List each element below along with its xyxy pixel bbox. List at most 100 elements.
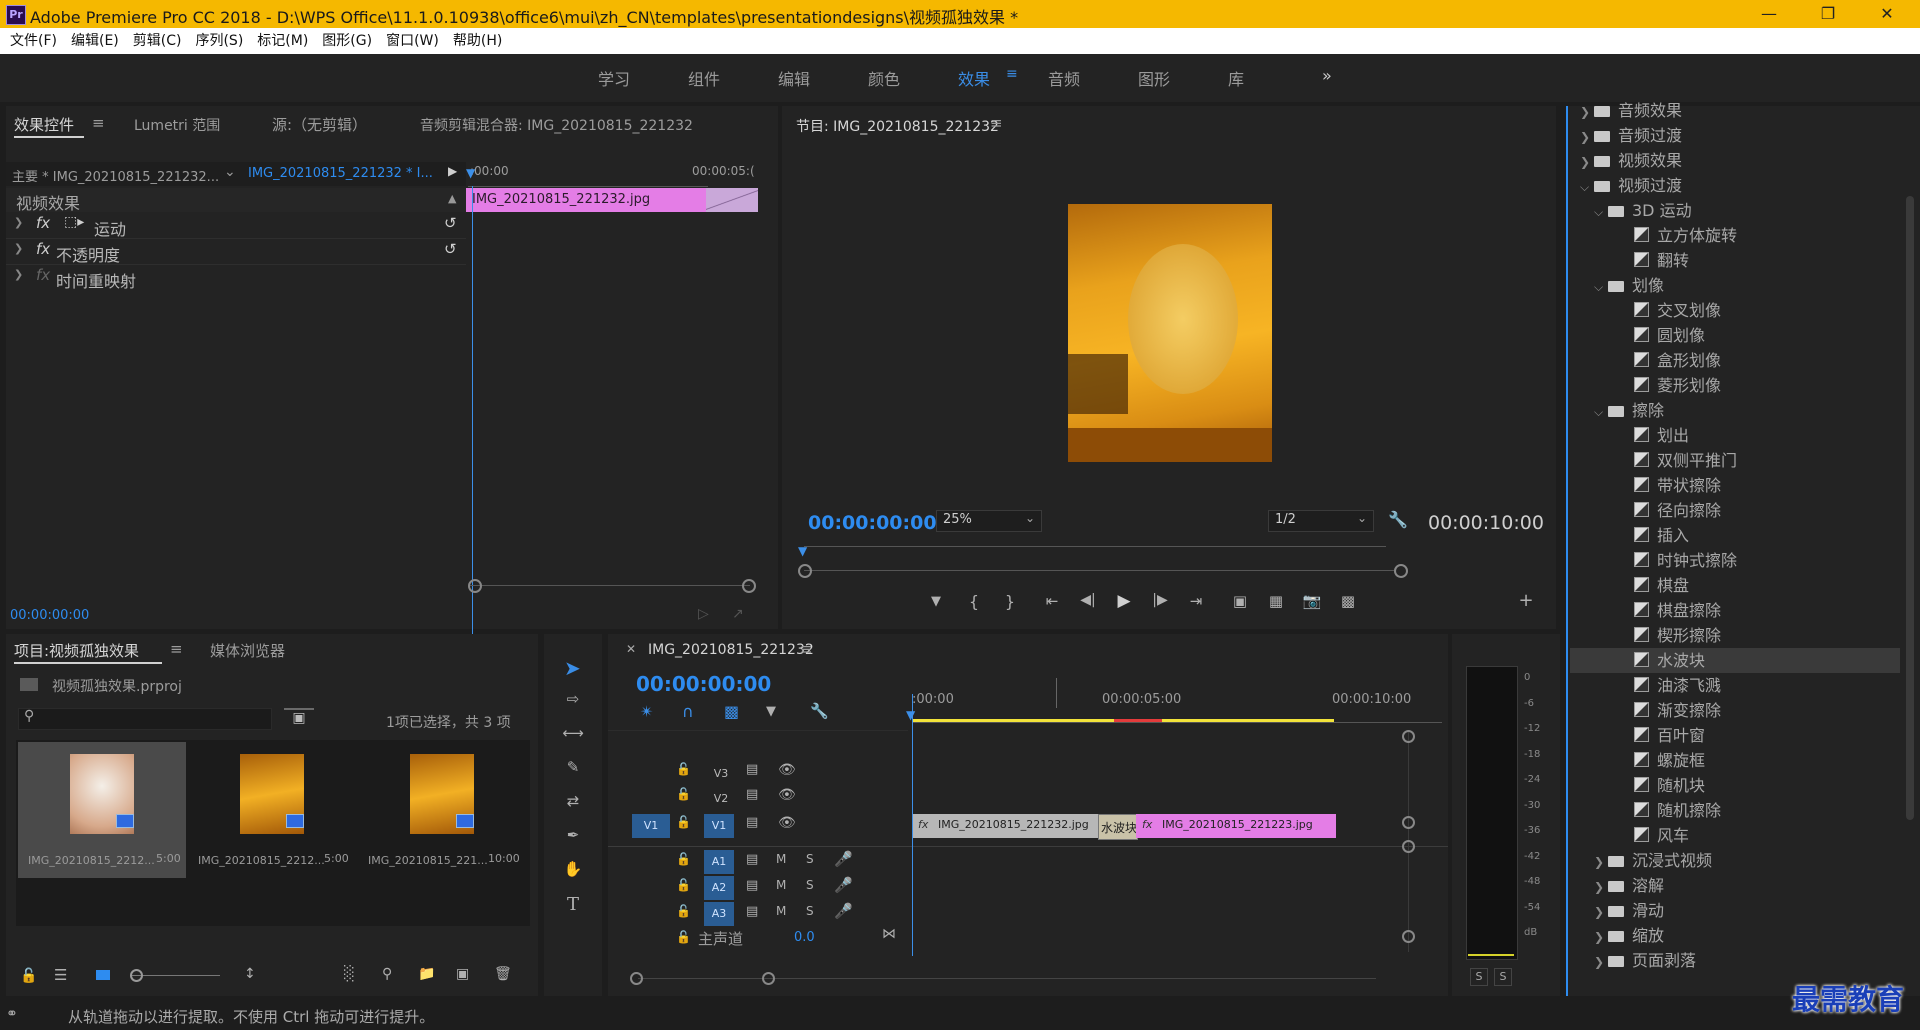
- tab-media-browser[interactable]: 媒体浏览器: [210, 640, 285, 661]
- workspace-tab-audio[interactable]: 音频: [1048, 66, 1080, 90]
- effects-item[interactable]: 棋盘擦除: [1580, 598, 1900, 623]
- chevron-down-icon[interactable]: ⌵: [1594, 275, 1608, 300]
- track-label-v2[interactable]: V2: [708, 787, 734, 811]
- mark-out-icon[interactable]: }: [1000, 592, 1020, 611]
- effects-item[interactable]: 棋盘: [1580, 573, 1900, 598]
- mute-button[interactable]: M: [776, 904, 786, 918]
- close-tab-icon[interactable]: ✕: [626, 642, 636, 656]
- panel-menu-icon[interactable]: ≡: [92, 114, 105, 132]
- solo-button[interactable]: S: [806, 904, 814, 918]
- solo-left-button[interactable]: S: [1470, 968, 1488, 986]
- effects-folder[interactable]: ❯ 沉浸式视频: [1580, 848, 1900, 873]
- menu-graphics[interactable]: 图形(G): [322, 28, 372, 54]
- extract-icon[interactable]: ▦: [1264, 592, 1288, 610]
- transform-icon[interactable]: ⬚▸: [64, 214, 84, 230]
- razor-tool-icon[interactable]: ✎: [558, 758, 588, 776]
- workspace-tab-graphics[interactable]: 图形: [1138, 66, 1170, 90]
- chevron-down-icon[interactable]: ⌵: [1594, 200, 1608, 225]
- workspace-tab-editing[interactable]: 编辑: [778, 66, 810, 90]
- effects-item[interactable]: 随机块: [1580, 773, 1900, 798]
- effects-item[interactable]: 油漆飞溅: [1580, 673, 1900, 698]
- effects-item[interactable]: 菱形划像: [1580, 373, 1900, 398]
- camera-icon[interactable]: 📷: [1300, 592, 1324, 610]
- v-scroll-handle[interactable]: [1402, 730, 1415, 743]
- hand-tool-icon[interactable]: ✋: [558, 860, 588, 878]
- mic-icon[interactable]: 🎤: [834, 902, 853, 920]
- chevron-down-icon[interactable]: ⌵: [1594, 400, 1608, 425]
- effects-folder[interactable]: ❯ 滑动: [1580, 898, 1900, 923]
- wrench-icon[interactable]: 🔧: [1388, 510, 1408, 529]
- effects-item[interactable]: 楔形擦除: [1580, 623, 1900, 648]
- sync-lock-icon[interactable]: ▤: [746, 904, 758, 919]
- effects-folder[interactable]: ❯ 溶解: [1580, 873, 1900, 898]
- transition-block[interactable]: 水波块: [1098, 814, 1138, 840]
- timeline-clip-2[interactable]: fx IMG_20210815_221223.jpg: [1136, 814, 1336, 838]
- lift-icon[interactable]: ▣: [1228, 592, 1252, 610]
- chevron-right-icon[interactable]: ❯: [1580, 100, 1594, 125]
- effect-time-remap[interactable]: 时间重映射: [56, 268, 136, 292]
- effects-folder[interactable]: ⌵ 划像: [1580, 273, 1900, 298]
- type-tool-icon[interactable]: T: [558, 894, 588, 915]
- effects-item[interactable]: 百叶窗: [1580, 723, 1900, 748]
- effects-item[interactable]: 圆划像: [1580, 323, 1900, 348]
- effects-item[interactable]: 螺旋框: [1580, 748, 1900, 773]
- zoom-handle-right[interactable]: [742, 579, 756, 593]
- go-to-out-icon[interactable]: ⇥: [1184, 592, 1208, 610]
- zoom-slider-handle[interactable]: [130, 969, 143, 982]
- track-lock-icon[interactable]: 🔓: [676, 852, 691, 866]
- effects-folder[interactable]: ❯ 缩放: [1580, 923, 1900, 948]
- program-video-frame[interactable]: [1068, 204, 1272, 462]
- eye-icon[interactable]: 👁: [778, 762, 796, 778]
- trash-icon[interactable]: 🗑: [494, 966, 512, 982]
- menu-window[interactable]: 窗口(W): [386, 28, 439, 54]
- mark-in-icon[interactable]: {: [964, 592, 984, 611]
- zoom-handle-right[interactable]: [762, 972, 775, 985]
- workspace-tab-color[interactable]: 颜色: [868, 66, 900, 90]
- scroll-handle-left[interactable]: [798, 564, 812, 578]
- zoom-select[interactable]: 25% ⌄: [936, 510, 1042, 532]
- play-icon[interactable]: ▶: [1112, 591, 1136, 611]
- chevron-right-icon[interactable]: ❯: [1580, 125, 1594, 150]
- track-label-a2[interactable]: A2: [704, 876, 734, 900]
- v-scroll-handle[interactable]: [1402, 816, 1415, 829]
- menu-sequence[interactable]: 序列(S): [195, 28, 243, 54]
- solo-button[interactable]: S: [806, 878, 814, 892]
- workspace-tab-learn[interactable]: 学习: [598, 66, 630, 90]
- sync-lock-icon[interactable]: ▤: [746, 878, 758, 893]
- sync-lock-icon[interactable]: ▤: [746, 787, 758, 802]
- timeline-zoom-bar[interactable]: [638, 978, 1376, 979]
- sync-lock-icon[interactable]: ▤: [746, 762, 758, 777]
- source-patch-v1[interactable]: V1: [632, 814, 670, 838]
- tab-lumetri-scopes[interactable]: Lumetri 范围: [134, 115, 220, 135]
- add-marker-icon[interactable]: ▼: [766, 704, 776, 719]
- chevron-right-icon[interactable]: ❯: [1594, 950, 1608, 975]
- program-scroll[interactable]: [804, 570, 1394, 571]
- tree-scrollbar[interactable]: [1906, 196, 1914, 820]
- effects-item[interactable]: 时钟式擦除: [1580, 548, 1900, 573]
- workspace-tab-assembly[interactable]: 组件: [688, 66, 720, 90]
- track-lock-icon[interactable]: 🔓: [676, 930, 691, 944]
- effects-item[interactable]: 立方体旋转: [1580, 223, 1900, 248]
- mute-button[interactable]: M: [776, 878, 786, 892]
- effects-folder[interactable]: ⌵ 擦除: [1580, 398, 1900, 423]
- effects-item[interactable]: 双侧平推门: [1580, 448, 1900, 473]
- effects-item[interactable]: 风车: [1580, 823, 1900, 848]
- expand-arrow-icon[interactable]: ❯: [14, 242, 23, 255]
- find-icon[interactable]: ⚲: [382, 966, 392, 982]
- reset-icon[interactable]: ↺: [444, 214, 457, 232]
- program-ruler[interactable]: [804, 546, 1386, 547]
- effects-item[interactable]: 随机擦除: [1580, 798, 1900, 823]
- reset-icon[interactable]: ↺: [444, 240, 457, 258]
- track-lock-icon[interactable]: 🔓: [676, 787, 691, 801]
- solo-right-button[interactable]: S: [1494, 968, 1512, 986]
- add-button-icon[interactable]: +: [1514, 590, 1538, 611]
- export-frame-icon[interactable]: ↗: [732, 606, 744, 622]
- restore-icon[interactable]: ❐: [1805, 2, 1851, 26]
- track-lock-icon[interactable]: 🔓: [676, 762, 691, 776]
- close-icon[interactable]: ✕: [1864, 2, 1910, 26]
- ec-timecode[interactable]: 00:00:00:00: [10, 608, 89, 623]
- timeline-settings-wrench-icon[interactable]: 🔧: [810, 702, 829, 720]
- playhead-marker-icon[interactable]: ▼: [798, 544, 807, 558]
- track-lock-icon[interactable]: 🔓: [676, 904, 691, 918]
- tab-effect-controls[interactable]: 效果控件: [14, 114, 74, 135]
